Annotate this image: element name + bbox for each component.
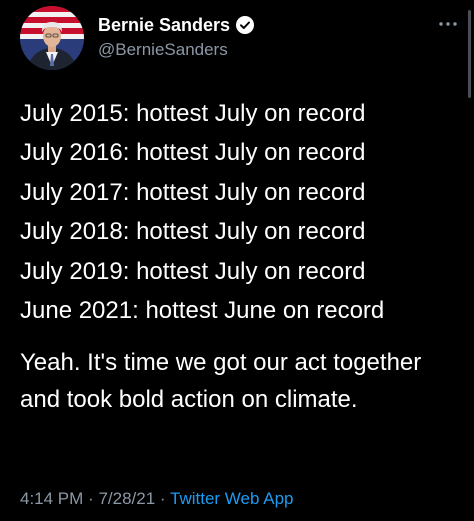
display-name-row: Bernie Sanders: [98, 14, 255, 36]
tweet-meta: 4:14 PM · 7/28/21 · Twitter Web App: [20, 487, 293, 511]
tweet-line: July 2017: hottest July on record: [20, 178, 366, 206]
tweet-source-link[interactable]: Twitter Web App: [170, 489, 293, 508]
display-name[interactable]: Bernie Sanders: [98, 14, 230, 36]
tweet-date[interactable]: 7/28/21: [98, 489, 155, 508]
tweet-line: July 2018: hottest July on record: [20, 218, 366, 246]
tweet-line: July 2019: hottest July on record: [20, 257, 366, 285]
tweet: Bernie Sanders @BernieSanders July 2015:…: [0, 0, 474, 521]
meta-separator: ·: [159, 489, 166, 508]
more-options-icon[interactable]: [436, 16, 460, 32]
tweet-line: July 2016: hottest July on record: [20, 139, 366, 167]
tweet-line: June 2021: hottest June on record: [20, 297, 385, 325]
scrollbar[interactable]: [468, 10, 471, 98]
tweet-paragraph: Yeah. It's time we got our act together …: [20, 349, 422, 414]
author-handle[interactable]: @BernieSanders: [98, 40, 254, 60]
verified-badge-icon: [236, 16, 255, 34]
avatar-image: [20, 6, 84, 70]
meta-separator: ·: [88, 489, 94, 508]
tweet-time[interactable]: 4:14 PM: [20, 489, 83, 508]
tweet-text: July 2015: hottest July on record July 2…: [20, 94, 460, 418]
tweet-line: July 2015: hottest July on record: [20, 100, 366, 127]
tweet-header: Bernie Sanders @BernieSanders: [20, 6, 460, 70]
avatar[interactable]: [20, 6, 84, 70]
author-names: Bernie Sanders @BernieSanders: [98, 14, 255, 60]
